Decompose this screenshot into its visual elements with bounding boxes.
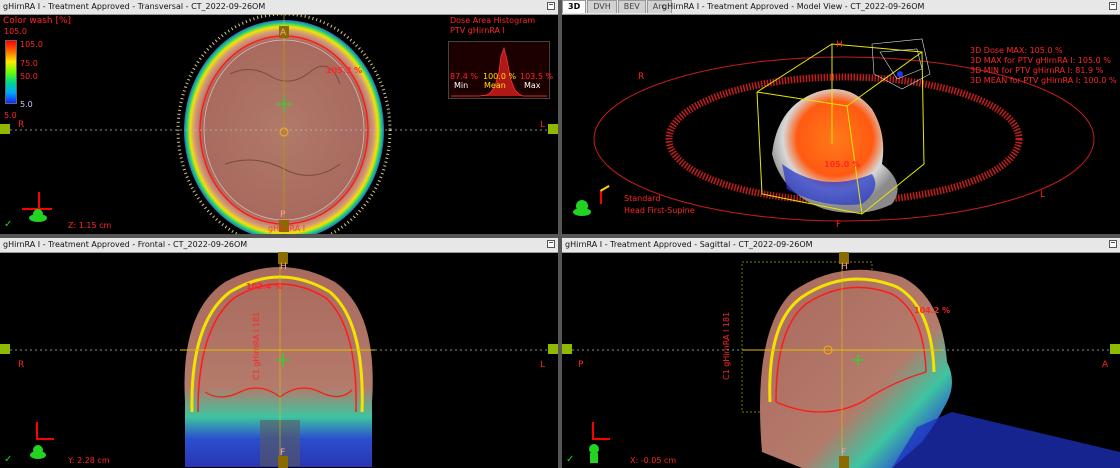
orient-right: R <box>18 360 25 370</box>
transversal-pane[interactable]: gHirnRA I - Treatment Approved - Transve… <box>0 0 558 234</box>
colorwash-label: Color wash [%] <box>3 16 72 26</box>
sagittal-viewport[interactable]: 104.2 % C1 gHirnRA I 181 H F P A X: -0.0… <box>562 252 1120 468</box>
patient-orientation-icon <box>573 184 610 216</box>
tab-bev[interactable]: BEV <box>617 0 646 13</box>
model-view-title: gHirnRA I - Treatment Approved - Model V… <box>662 2 925 11</box>
dah-max-value: 103.5 % <box>520 72 554 81</box>
colorwash-arrow-min: 5.0 <box>20 100 33 109</box>
frontal-titlebar[interactable]: gHirnRA I - Treatment Approved - Frontal… <box>0 238 558 253</box>
dose-max-label: 104.2 % <box>914 306 951 315</box>
approved-check-icon: ✓ <box>4 219 13 230</box>
orient-anterior: A <box>280 28 287 38</box>
tab-dvh[interactable]: DVH <box>587 0 617 13</box>
colorwash-max: 105.0 <box>4 27 27 36</box>
dose-max-label: 103.4 % <box>246 282 283 291</box>
dah-subtitle: PTV gHirnRA I <box>450 26 505 35</box>
stat-ptv-mean: 3D MEAN for PTV gHirnRA I: 100.0 % <box>970 76 1117 85</box>
model-view-viewport[interactable]: 3D Dose MAX: 105.0 % 3D MAX for PTV gHir… <box>562 14 1120 234</box>
colorwash-arrow-max: 105.0 <box>20 40 43 49</box>
struct-label: C1 gHirnRA I 181 <box>252 311 261 380</box>
approved-check-icon: ✓ <box>4 454 13 465</box>
orient-posterior: P <box>280 210 286 220</box>
orient-anterior: A <box>1102 360 1109 370</box>
transversal-titlebar[interactable]: gHirnRA I - Treatment Approved - Transve… <box>0 0 558 15</box>
model-view-pane[interactable]: 3D DVH BEV Arc gHirnRA I - Treatment App… <box>562 0 1120 234</box>
struct-label: C1 gHirnRA I 181 <box>722 311 731 380</box>
dah-max-label: Max <box>524 81 541 90</box>
view-tabs: 3D DVH BEV Arc <box>562 0 673 14</box>
colorwash-bar[interactable] <box>5 40 17 104</box>
maximize-icon[interactable] <box>547 240 555 248</box>
maximize-icon[interactable] <box>1109 240 1117 248</box>
dose-3d-label: 105.0 % <box>824 160 861 169</box>
frontal-pane[interactable]: gHirnRA I - Treatment Approved - Frontal… <box>0 238 558 468</box>
transversal-viewport[interactable]: Color wash [%] 105.0 105.0 75.0 50.0 5.0… <box>0 14 558 234</box>
maximize-icon[interactable] <box>1109 2 1117 10</box>
sagittal-titlebar[interactable]: gHirnRA I - Treatment Approved - Sagitta… <box>562 238 1120 253</box>
colorwash-v2: 50.0 <box>20 72 38 81</box>
dah-min-label: Min <box>454 81 469 90</box>
frontal-viewport[interactable]: 103.4 % C1 gHirnRA I 181 H F R L Y: 2.28… <box>0 252 558 468</box>
orient-head: H <box>841 262 848 272</box>
orient-feet: F <box>841 448 847 458</box>
orient-feet: F <box>280 448 286 458</box>
dah-title: Dose Area Histogram <box>450 16 536 25</box>
model-view-titlebar[interactable]: 3D DVH BEV Arc gHirnRA I - Treatment App… <box>562 0 1120 15</box>
transversal-title: gHirnRA I - Treatment Approved - Transve… <box>3 2 266 11</box>
orient-right: R <box>18 120 25 130</box>
frontal-title: gHirnRA I - Treatment Approved - Frontal… <box>3 240 248 249</box>
stat-ptv-min: 3D MIN for PTV gHirnRA I: 81.9 % <box>970 66 1104 75</box>
x-position: X: -0.05 cm <box>630 456 677 465</box>
patient-position-line1: Standard <box>624 194 661 203</box>
stat-ptv-max: 3D MAX for PTV gHirnRA I: 105.0 % <box>970 56 1111 65</box>
patient-orientation-icon <box>30 422 54 459</box>
orient-head: H <box>836 40 843 50</box>
orient-head: H <box>280 262 287 272</box>
colorwash-v1: 75.0 <box>20 59 38 68</box>
tab-3d[interactable]: 3D <box>562 0 587 13</box>
orient-feet: F <box>836 220 842 230</box>
dose-max-label: 105.3 % <box>326 66 363 75</box>
stat-dose-max: 3D Dose MAX: 105.0 % <box>970 46 1063 55</box>
patient-position-line2: Head First-Supine <box>624 206 695 215</box>
dah-min-value: 87.4 % <box>450 72 478 81</box>
dah-chart[interactable] <box>448 41 550 99</box>
approved-check-icon: ✓ <box>566 454 575 465</box>
sagittal-image <box>562 252 1120 468</box>
sagittal-pane[interactable]: gHirnRA I - Treatment Approved - Sagitta… <box>562 238 1120 468</box>
sagittal-title: gHirnRA I - Treatment Approved - Sagitta… <box>565 240 813 249</box>
maximize-icon[interactable] <box>547 2 555 10</box>
orient-right: R <box>638 72 645 82</box>
patient-orientation-icon <box>22 192 52 222</box>
dah-mean-label: Mean <box>484 81 506 90</box>
dah-mean-value: 100.0 % <box>483 72 517 81</box>
orient-left: L <box>540 360 546 370</box>
patient-orientation-icon <box>589 422 610 463</box>
colorwash-min: 5.0 <box>4 111 17 120</box>
orient-left: L <box>1040 190 1046 200</box>
orient-left: L <box>540 120 546 130</box>
orient-posterior: P <box>578 360 584 370</box>
y-position: Y: 2.28 cm <box>68 456 110 465</box>
struct-label: gHirnRA I <box>268 224 306 233</box>
z-position: Z: 1.15 cm <box>68 221 112 230</box>
